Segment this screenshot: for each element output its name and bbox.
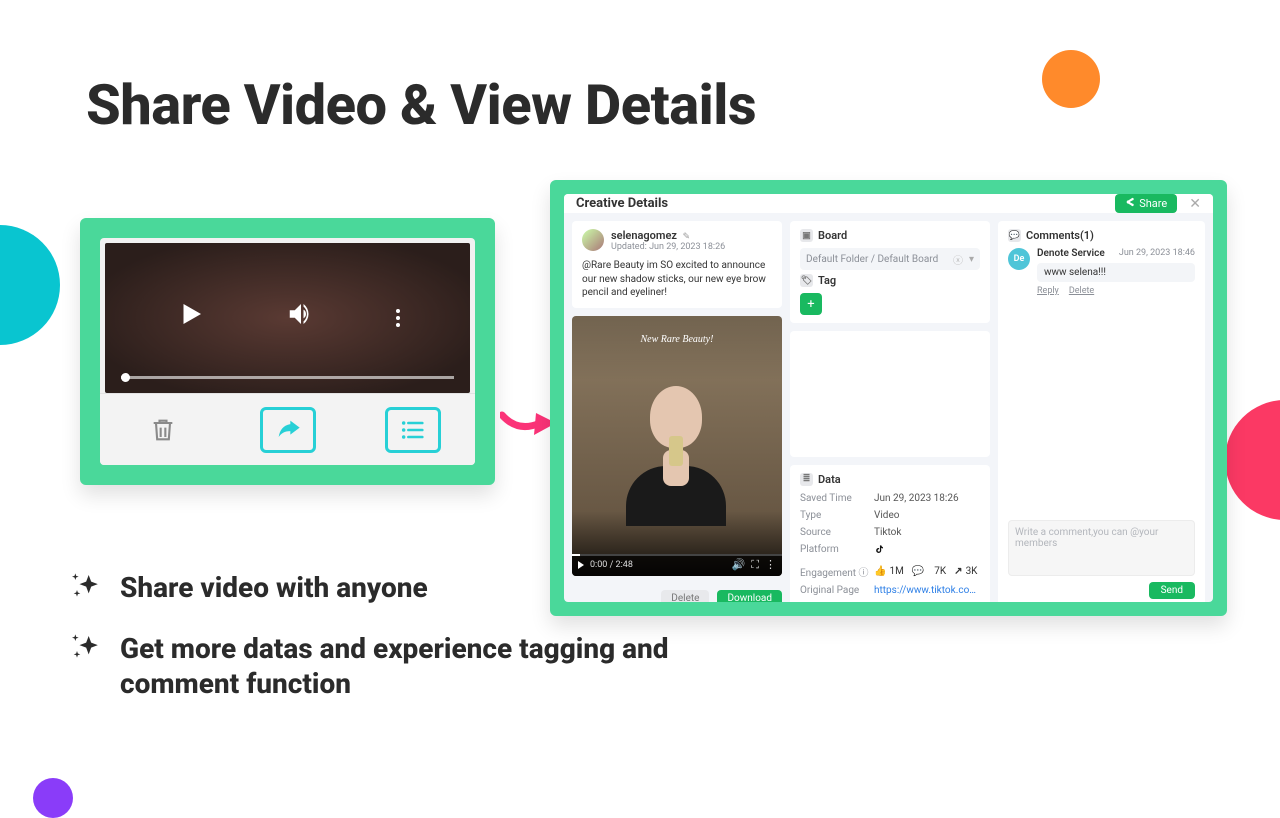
download-post-button[interactable]: Download [717, 590, 782, 603]
video-overlay-title: New Rare Beauty! [572, 334, 782, 345]
meta-column: ▣ Board Default Folder / Default Board ⓧ… [790, 221, 990, 602]
comments-card: 💬 Comments(1) De Denote Service Jun 29, … [998, 221, 1205, 602]
sparkle-icon [70, 631, 104, 665]
volume-icon[interactable]: 🔊 [732, 558, 746, 571]
comment-delete-button[interactable]: Delete [1069, 286, 1094, 296]
share-button[interactable] [260, 407, 316, 453]
decor-circle-orange [1042, 50, 1100, 108]
bullet-row: Share video with anyone [70, 570, 680, 605]
board-selected-value: Default Folder / Default Board [806, 254, 938, 265]
share-creative-button[interactable]: Share [1115, 194, 1177, 213]
tag-icon: 🏷 [800, 274, 813, 287]
post-card: selenagomez ✎ Updated: Jun 29, 2023 18:2… [572, 221, 782, 308]
comment-avatar: De [1008, 248, 1030, 270]
board-icon: ▣ [800, 229, 813, 242]
decor-circle-purple [33, 778, 73, 818]
comment-time: Jun 29, 2023 18:46 [1119, 248, 1195, 259]
v-platform [874, 544, 980, 558]
board-card: ▣ Board Default Folder / Default Board ⓧ… [790, 221, 990, 323]
v-type: Video [874, 510, 980, 521]
bullet-text: Get more datas and experience tagging an… [120, 631, 680, 701]
comments-icon: 💬 [1008, 229, 1021, 242]
post-username: selenagomez ✎ [611, 229, 725, 242]
board-selector[interactable]: Default Folder / Default Board ⓧ ▾ [800, 248, 980, 270]
info-icon[interactable]: ⓘ [859, 568, 869, 579]
post-column: selenagomez ✎ Updated: Jun 29, 2023 18:2… [572, 221, 782, 602]
video-player-panel [80, 218, 495, 485]
v-original-link[interactable]: https://www.tiktok.com/@sele… [874, 585, 980, 596]
k-type: Type [800, 510, 874, 521]
comments-count: 7K [912, 566, 946, 577]
k-source: Source [800, 527, 874, 538]
k-original: Original Page [800, 585, 874, 596]
data-card: ≣ Data Saved TimeJun 29, 2023 18:26 Type… [790, 465, 990, 603]
video-progress-bar[interactable] [121, 376, 454, 379]
board-section-label: Board [818, 229, 847, 242]
comment-item: De Denote Service Jun 29, 2023 18:46 www… [1008, 248, 1195, 296]
feature-bullets: Share video with anyone Get more datas a… [70, 570, 680, 701]
more-icon[interactable]: ⋮ [765, 558, 776, 571]
k-saved-time: Saved Time [800, 493, 874, 504]
v-source: Tiktok [874, 527, 980, 538]
tag-section-label: Tag [818, 274, 836, 287]
comment-user: Denote Service [1037, 248, 1105, 259]
data-icon: ≣ [800, 473, 813, 486]
comment-reply-button[interactable]: Reply [1037, 286, 1059, 296]
post-video[interactable]: New Rare Beauty! 0:00 / 2:48 🔊 ⛶ ⋮ [572, 316, 782, 576]
comment-input[interactable]: Write a comment,you can @your members [1008, 520, 1195, 576]
comments-section-label: Comments(1) [1026, 229, 1094, 242]
bullet-text: Share video with anyone [120, 570, 428, 605]
data-section-label: Data [818, 473, 841, 486]
post-caption: @Rare Beauty im SO excited to announce o… [582, 259, 772, 300]
details-header: Creative Details Share ✕ [564, 194, 1213, 213]
share-icon [1125, 197, 1135, 210]
tag-area [790, 331, 990, 457]
details-title: Creative Details [576, 196, 668, 211]
post-updated: Updated: Jun 29, 2023 18:26 [611, 242, 725, 252]
send-comment-button[interactable]: Send [1149, 582, 1195, 599]
decor-circle-teal [0, 225, 60, 345]
share-label: Share [1139, 197, 1167, 210]
v-engagement: 1M 7K 3K [874, 564, 980, 579]
k-engagement: Engagement ⓘ [800, 564, 874, 579]
verified-icon: ✎ [683, 232, 691, 242]
add-tag-button[interactable]: + [800, 293, 822, 315]
bullet-row: Get more datas and experience tagging an… [70, 631, 680, 701]
creative-details: Creative Details Share ✕ selenagomez [564, 194, 1213, 602]
fullscreen-icon[interactable]: ⛶ [751, 558, 759, 572]
creative-details-panel: Creative Details Share ✕ selenagomez [550, 180, 1227, 616]
decor-circle-pink [1225, 400, 1280, 520]
more-options-icon[interactable] [396, 309, 400, 327]
chevron-down-icon: ▾ [969, 254, 974, 265]
volume-icon[interactable] [286, 299, 316, 337]
sparkle-icon [70, 570, 104, 604]
play-icon[interactable] [176, 299, 206, 337]
details-button[interactable] [385, 407, 441, 453]
video-player [100, 238, 475, 465]
comment-text: www selena!!! [1037, 263, 1195, 282]
close-icon[interactable]: ✕ [1189, 196, 1201, 212]
v-saved-time: Jun 29, 2023 18:26 [874, 493, 980, 504]
video-area[interactable] [105, 243, 470, 393]
trash-button[interactable] [135, 407, 191, 453]
video-action-row [100, 393, 475, 465]
video-time-label: 0:00 / 2:48 [590, 560, 633, 570]
likes-count: 1M [874, 566, 904, 577]
k-platform: Platform [800, 544, 874, 558]
video-thumbnail [612, 376, 742, 516]
page-title: Share Video & View Details [86, 72, 756, 138]
shares-count: 3K [954, 566, 977, 577]
tiktok-icon [874, 547, 885, 558]
board-remove-icon[interactable]: ⓧ [953, 252, 963, 267]
user-avatar [582, 229, 604, 251]
play-icon[interactable] [578, 561, 584, 569]
